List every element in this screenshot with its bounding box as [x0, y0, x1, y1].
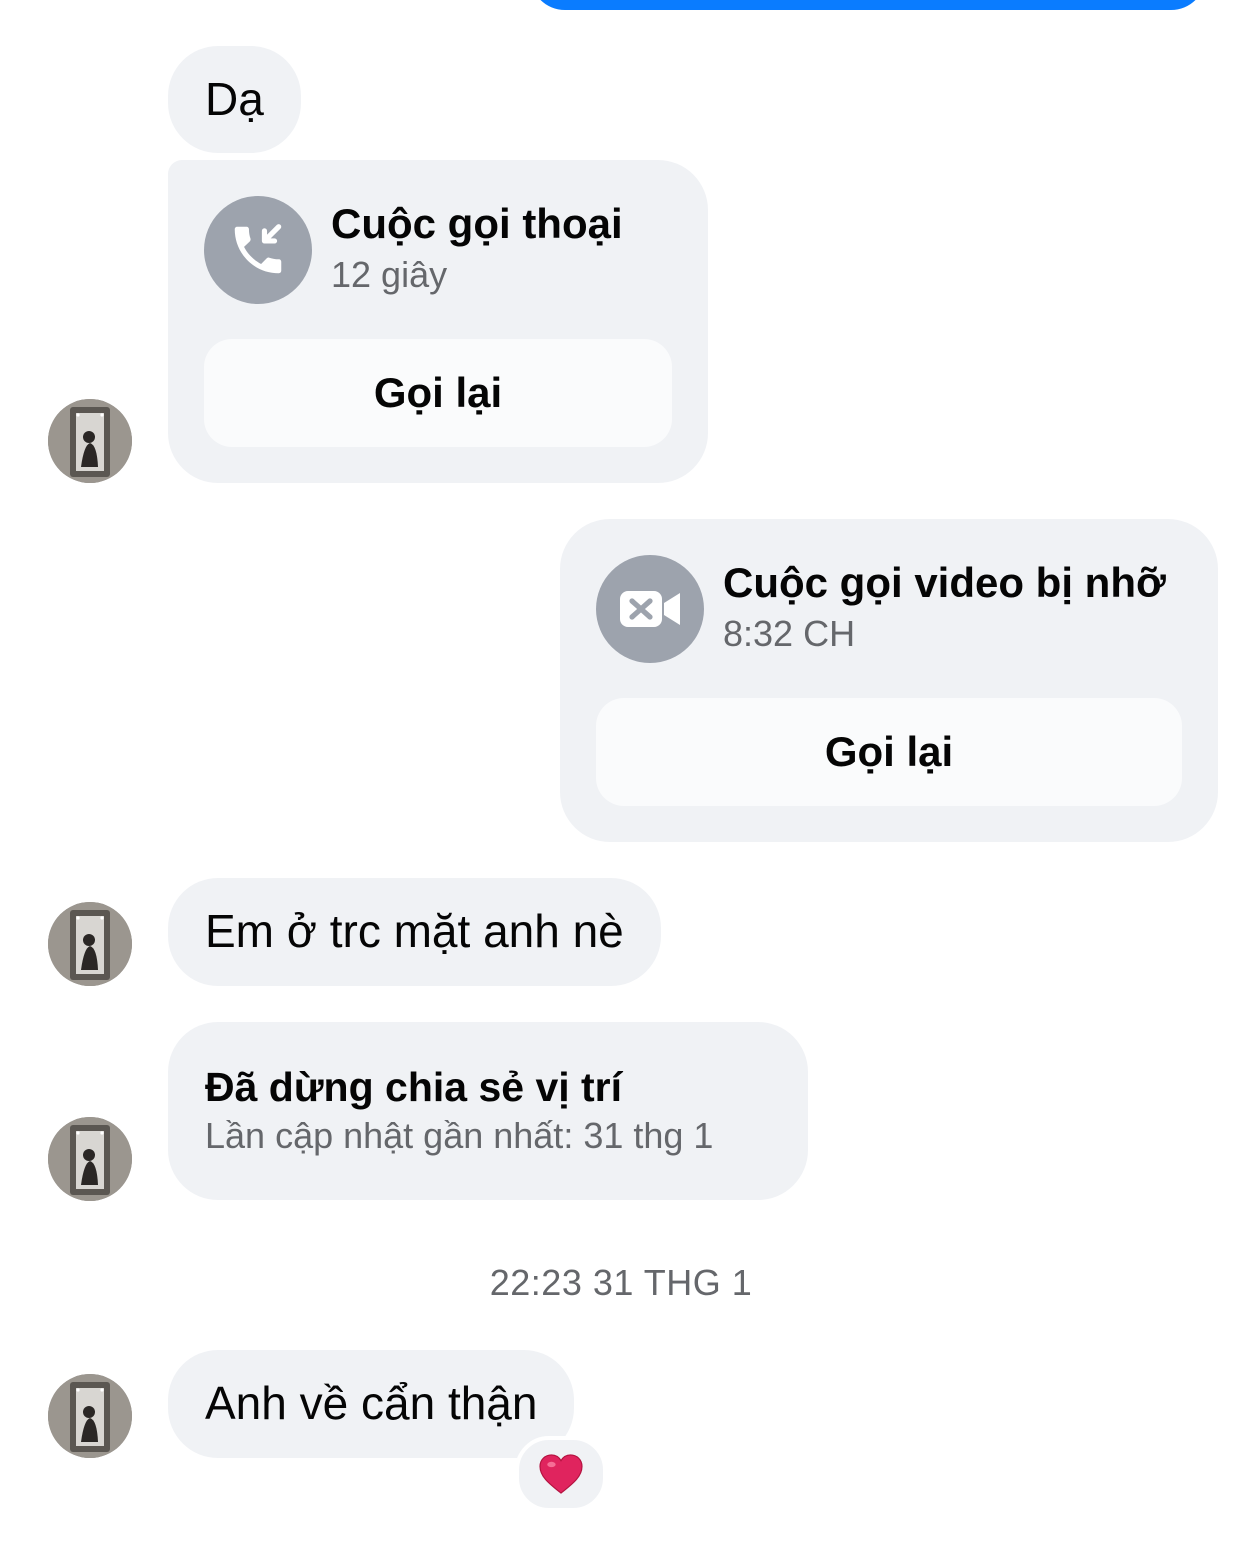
heart-icon [539, 1454, 583, 1494]
message-bubble[interactable]: Em ở trc mặt anh nè [168, 878, 661, 986]
message-bubble[interactable]: Anh về cẩn thận [168, 1350, 575, 1458]
call-title: Cuộc gọi video bị nhỡ [723, 559, 1166, 606]
voice-call-card[interactable]: Cuộc gọi thoại 12 giây Gọi lại [168, 160, 708, 483]
location-share-card[interactable]: Đã dừng chia sẻ vị trí Lần cập nhật gần … [168, 1022, 808, 1200]
location-subtitle: Lần cập nhật gần nhất: 31 thg 1 [205, 1115, 714, 1156]
call-back-button[interactable]: Gọi lại [596, 698, 1182, 806]
reaction-badge[interactable] [515, 1436, 607, 1512]
call-title: Cuộc gọi thoại [331, 200, 623, 247]
avatar[interactable] [48, 1374, 132, 1458]
outgoing-message-bubble[interactable] [530, 0, 1206, 10]
message-text: Dạ [205, 73, 264, 125]
call-subtitle: 8:32 CH [723, 613, 856, 654]
timestamp: 22:23 31 THG 1 [489, 1262, 753, 1303]
missed-video-call-card[interactable]: Cuộc gọi video bị nhỡ 8:32 CH Gọi lại [560, 519, 1218, 842]
message-text: Em ở trc mặt anh nè [205, 905, 624, 957]
message-text: Anh về cẩn thận [205, 1377, 538, 1429]
missed-video-icon [596, 555, 704, 663]
call-back-button[interactable]: Gọi lại [204, 339, 672, 447]
incoming-call-icon [204, 196, 312, 304]
avatar[interactable] [48, 902, 132, 986]
avatar[interactable] [48, 399, 132, 483]
call-subtitle: 12 giây [331, 254, 448, 295]
location-title: Đã dừng chia sẻ vị trí [205, 1064, 623, 1110]
avatar[interactable] [48, 1117, 132, 1201]
message-bubble[interactable]: Dạ [168, 46, 301, 153]
